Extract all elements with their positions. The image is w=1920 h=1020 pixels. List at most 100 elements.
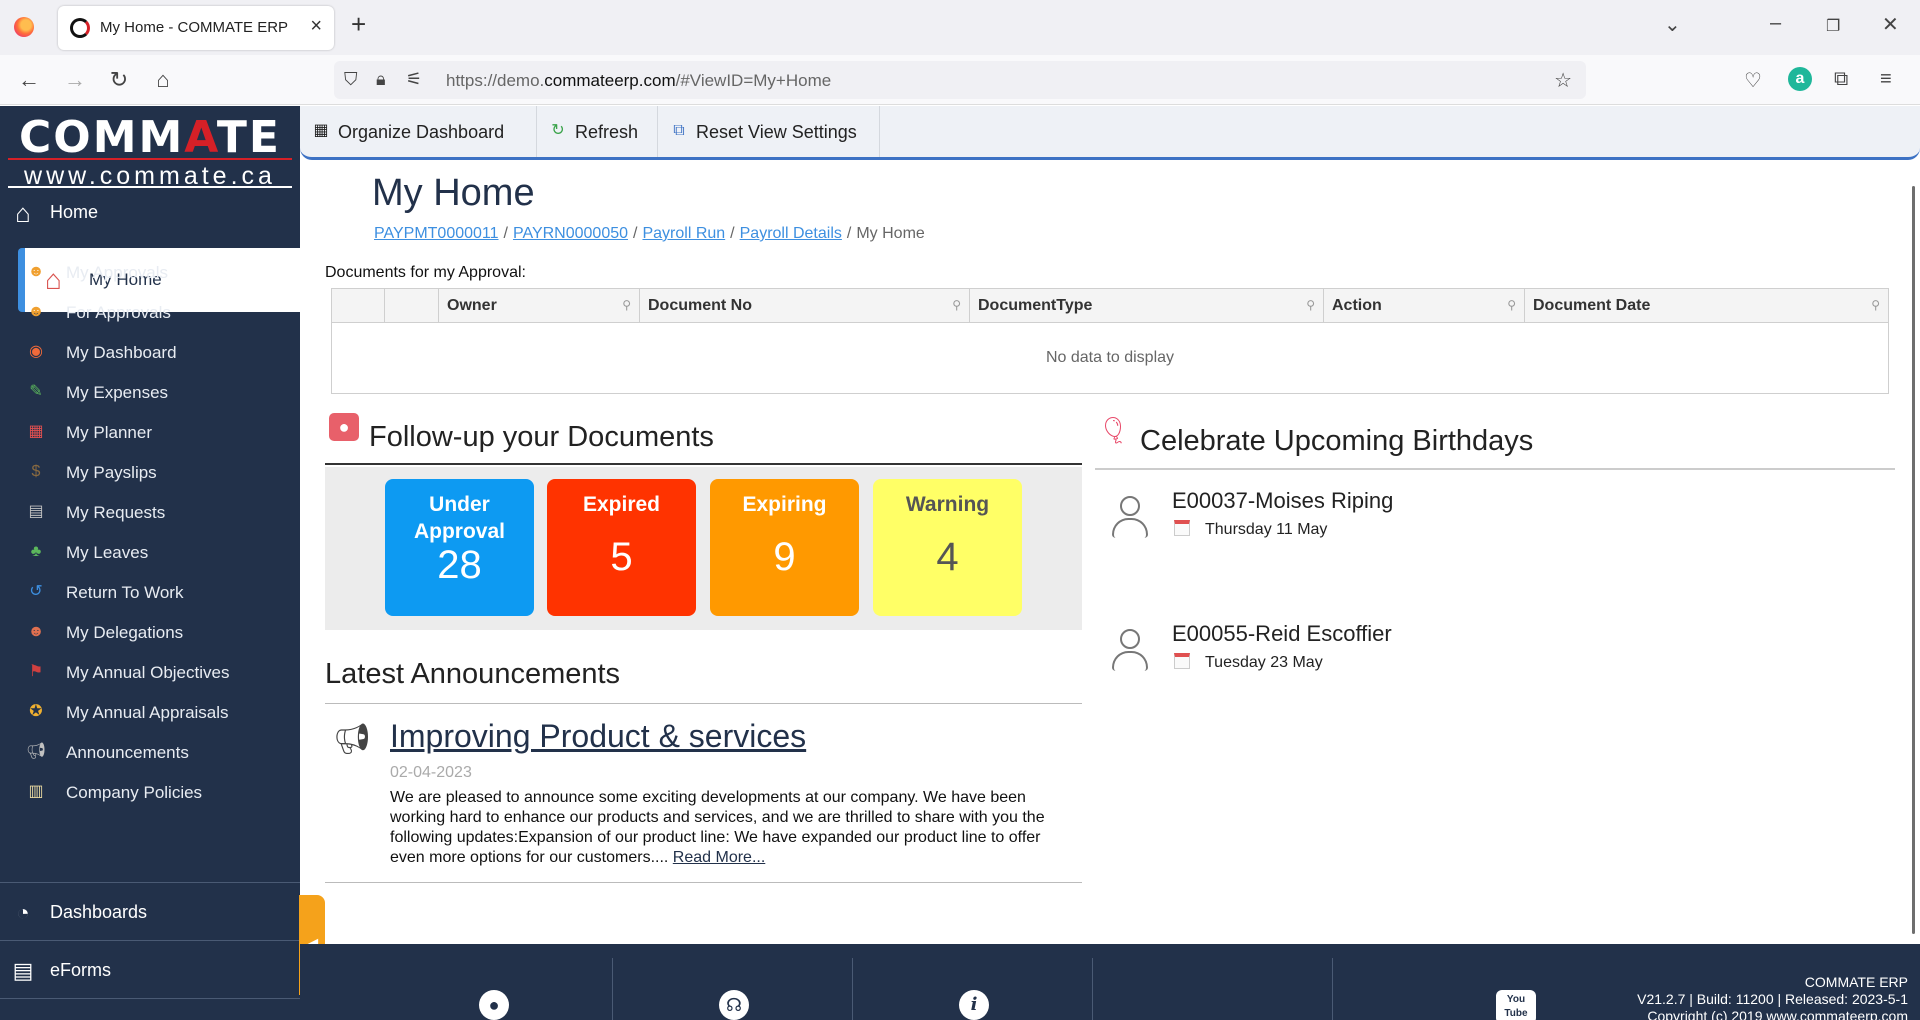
new-tab-icon[interactable]: + — [351, 9, 366, 40]
sidebar-item-announcements[interactable]: 📢︎ Announcements — [22, 732, 300, 772]
under-approval-tile[interactable]: Under Approval 28 — [385, 479, 534, 616]
followup-title: Follow-up your Documents — [369, 421, 714, 453]
reload-icon[interactable]: ↻ — [104, 65, 134, 95]
approvals-grid: Owner ⚲ Document No ⚲ DocumentType ⚲ Action… — [331, 288, 1889, 394]
expiring-tile[interactable]: Expiring 9 — [710, 479, 859, 616]
firefox-icon[interactable] — [14, 17, 34, 37]
avatar — [1110, 629, 1150, 673]
filter-pin-icon[interactable]: ⚲ — [952, 298, 961, 312]
sidebar-item-my-requests[interactable]: ▤ My Requests — [22, 492, 300, 532]
breadcrumb: PAYPMT0000011/PAYRN0000050/Payroll Run / P… — [374, 225, 925, 242]
expired-tile[interactable]: Expired 5 — [547, 479, 696, 616]
breadcrumb-link[interactable]: PAYRN0000050 — [513, 225, 628, 242]
lock-icon[interactable]: 🔒︎ — [376, 69, 386, 90]
column-header-document-no[interactable]: Document No ⚲ — [640, 289, 970, 323]
permissions-icon[interactable]: ⚟ — [406, 69, 422, 90]
youtube-icon[interactable]: You Tube — [1496, 990, 1536, 1020]
list-tabs-icon[interactable]: ⌄ — [1664, 12, 1681, 37]
return-to-work-icon: ↺ — [29, 583, 43, 600]
home-icon[interactable]: ⌂ — [148, 65, 178, 95]
forward-icon[interactable]: → — [60, 65, 90, 95]
sidebar-section-dashboards[interactable]: ◔ Dashboards — [0, 884, 300, 940]
sidebar-item-my-planner[interactable]: ▦ My Planner — [22, 412, 300, 452]
window-close-icon[interactable]: ✕ — [1882, 12, 1899, 37]
birthday-date: Thursday 11 May — [1205, 521, 1328, 538]
sidebar-item-for-approvals[interactable]: ☻ For Approvals — [22, 292, 300, 332]
column-header-action[interactable]: Action ⚲ — [1324, 289, 1525, 323]
birthdays-title: Celebrate Upcoming Birthdays — [1140, 425, 1534, 457]
url-text[interactable]: https://demo.commateerp.com/#ViewID=My+H… — [446, 71, 831, 91]
pocket-icon[interactable]: ♡ — [1744, 68, 1762, 93]
column-header-document-type[interactable]: DocumentType ⚲ — [970, 289, 1324, 323]
browser-tab[interactable]: My Home - COMMATE ERP × — [58, 6, 334, 50]
sidebar-item-my-annual-appraisals[interactable]: ✪ My Annual Appraisals — [22, 692, 300, 732]
bookmark-star-icon[interactable]: ☆ — [1554, 68, 1572, 93]
sidebar-item-return-to-work[interactable]: ↺ Return To Work — [22, 572, 300, 612]
grid-select-column[interactable] — [332, 289, 385, 323]
sidebar-item-my-annual-objectives[interactable]: ⚑ My Annual Objectives — [22, 652, 300, 692]
grid-expand-column[interactable] — [385, 289, 439, 323]
organize-dashboard-button[interactable]: ▦ Organize Dashboard — [300, 106, 537, 157]
restore-icon[interactable]: ❐ — [1826, 16, 1840, 36]
breadcrumb-link[interactable]: PAYPMT0000011 — [374, 225, 499, 242]
calendar-icon — [1174, 653, 1190, 669]
shield-icon[interactable]: ⛉ — [344, 69, 358, 90]
announcements-header: Latest Announcements — [325, 656, 1082, 704]
sidebar-item-my-expenses[interactable]: ✎ My Expenses — [22, 372, 300, 412]
column-header-owner[interactable]: Owner ⚲ — [439, 289, 640, 323]
sidebar-item-my-payslips[interactable]: $ My Payslips — [22, 452, 300, 492]
divider — [0, 940, 300, 941]
sidebar-item-my-dashboard[interactable]: ◉ My Dashboard — [22, 332, 300, 372]
refresh-button[interactable]: ↻ Refresh — [537, 106, 658, 157]
calendar-icon — [1174, 520, 1190, 536]
version-info: COMMATE ERP V21.2.7 | Build: 11200 | Rel… — [1637, 974, 1908, 1020]
minimize-icon[interactable]: – — [1770, 12, 1781, 35]
support-headset-icon[interactable]: ☊ — [719, 990, 749, 1020]
back-icon[interactable]: ← — [14, 65, 44, 95]
divider — [0, 998, 300, 999]
sidebar-item-my-delegations[interactable]: ☻ My Delegations — [22, 612, 300, 652]
filter-pin-icon[interactable]: ⚲ — [1306, 298, 1315, 312]
divider — [325, 882, 1082, 883]
browser-nav-bar: ← → ↻ ⌂ ⛉ 🔒︎ ⚟ https://demo.commateerp.c… — [0, 55, 1920, 105]
approvals-icon: ☻ — [27, 263, 45, 280]
breadcrumb-link[interactable]: Payroll Run — [642, 225, 725, 242]
page-title: My Home — [372, 172, 535, 214]
extensions-icon[interactable]: ⧉ — [1834, 68, 1848, 91]
house-icon: ⌂ — [15, 198, 31, 228]
planner-icon: ▦ — [28, 423, 44, 440]
filter-pin-icon[interactable]: ⚲ — [1871, 298, 1880, 312]
sidebar-section-eforms[interactable]: ▤ eForms — [0, 942, 300, 998]
filter-pin-icon[interactable]: ⚲ — [1507, 298, 1516, 312]
url-bar[interactable]: ⛉ 🔒︎ ⚟ https://demo.commateerp.com/#View… — [334, 61, 1586, 99]
info-icon[interactable]: i — [959, 990, 989, 1020]
read-more-link[interactable]: Read More... — [673, 849, 765, 866]
commate-logo[interactable]: COMMATE www.commate.ca — [8, 112, 292, 190]
leaves-icon: ♣ — [30, 543, 42, 560]
policies-icon: ▥ — [28, 783, 44, 800]
sidebar-item-my-leaves[interactable]: ♣ My Leaves — [22, 532, 300, 572]
vertical-scrollbar[interactable] — [1912, 186, 1915, 934]
close-tab-icon[interactable]: × — [310, 15, 322, 38]
for-approvals-icon: ☻ — [27, 303, 45, 320]
menu-icon[interactable]: ≡ — [1880, 68, 1892, 91]
dashboard-icon: ◉ — [29, 343, 43, 360]
appraisals-icon: ✪ — [29, 703, 43, 720]
empty-grid-message: No data to display — [1045, 349, 1175, 366]
sidebar-section-home[interactable]: ⌂ Home — [0, 184, 300, 240]
filter-pin-icon[interactable]: ⚲ — [622, 298, 631, 312]
user-icon[interactable]: ● — [479, 990, 509, 1020]
account-avatar-icon[interactable]: a — [1788, 67, 1812, 91]
reset-view-settings-button[interactable]: ⧉ Reset View Settings — [658, 106, 880, 157]
breadcrumb-link[interactable]: Payroll Details — [740, 225, 842, 242]
sidebar-item-my-approvals[interactable]: ☻ My Approvals — [22, 252, 300, 292]
form-icon: ▤ — [12, 958, 34, 983]
person-card-icon: ● — [329, 413, 359, 441]
warning-tile[interactable]: Warning 4 — [873, 479, 1022, 616]
announcement-headline-link[interactable]: Improving Product & services — [390, 718, 806, 755]
sidebar-item-company-policies[interactable]: ▥ Company Policies — [22, 772, 300, 812]
column-header-document-date[interactable]: Document Date ⚲ — [1525, 289, 1888, 323]
footer: ● ☊ i You Tube COMMATE ERP V21.2.7 | Buil… — [300, 944, 1920, 1020]
breadcrumb-current: My Home — [856, 225, 925, 242]
birthday-employee-name: E00055-Reid Escoffier — [1172, 621, 1392, 646]
